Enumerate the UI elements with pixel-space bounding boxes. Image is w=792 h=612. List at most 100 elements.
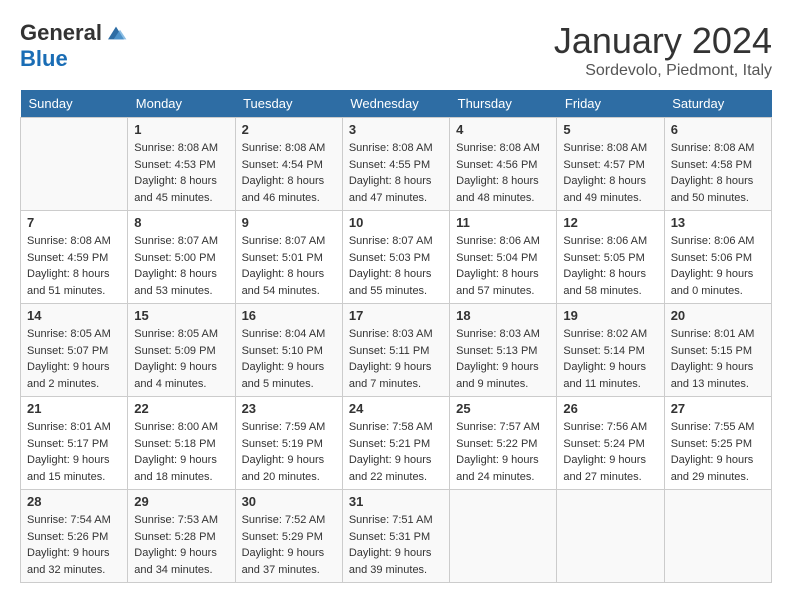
weekday-header: Monday [128,90,235,118]
weekday-header: Friday [557,90,664,118]
day-number: 22 [134,401,228,416]
day-detail: Sunrise: 8:08 AMSunset: 4:55 PMDaylight:… [349,140,443,206]
calendar-table: SundayMondayTuesdayWednesdayThursdayFrid… [20,90,772,583]
day-number: 3 [349,122,443,137]
day-number: 31 [349,494,443,509]
calendar-week-row: 14Sunrise: 8:05 AMSunset: 5:07 PMDayligh… [21,304,772,397]
day-detail: Sunrise: 7:59 AMSunset: 5:19 PMDaylight:… [242,419,336,485]
logo-general-text: General [20,20,102,46]
calendar-cell: 17 Sunrise: 8:03 AMSunset: 5:11 PMDayligh… [342,304,449,397]
day-number: 8 [134,215,228,230]
calendar-cell: 20 Sunrise: 8:01 AMSunset: 5:15 PMDayligh… [664,304,771,397]
day-number: 28 [27,494,121,509]
day-number: 2 [242,122,336,137]
day-number: 25 [456,401,550,416]
day-number: 26 [563,401,657,416]
page-header: General Blue January 2024 Sordevolo, Pie… [20,20,772,80]
day-detail: Sunrise: 8:03 AMSunset: 5:11 PMDaylight:… [349,326,443,392]
day-detail: Sunrise: 8:08 AMSunset: 4:59 PMDaylight:… [27,233,121,299]
calendar-cell: 13 Sunrise: 8:06 AMSunset: 5:06 PMDayligh… [664,211,771,304]
calendar-cell: 1Sunrise: 8:08 AMSunset: 4:53 PMDaylight… [128,118,235,211]
calendar-cell [21,118,128,211]
day-number: 7 [27,215,121,230]
day-detail: Sunrise: 7:54 AMSunset: 5:26 PMDaylight:… [27,512,121,578]
calendar-cell [450,490,557,583]
day-number: 5 [563,122,657,137]
day-detail: Sunrise: 8:07 AMSunset: 5:00 PMDaylight:… [134,233,228,299]
day-detail: Sunrise: 8:05 AMSunset: 5:07 PMDaylight:… [27,326,121,392]
calendar-cell: 10 Sunrise: 8:07 AMSunset: 5:03 PMDayligh… [342,211,449,304]
title-section: January 2024 Sordevolo, Piedmont, Italy [554,20,772,80]
day-number: 6 [671,122,765,137]
calendar-header-row: SundayMondayTuesdayWednesdayThursdayFrid… [21,90,772,118]
weekday-header: Saturday [664,90,771,118]
calendar-cell: 16 Sunrise: 8:04 AMSunset: 5:10 PMDayligh… [235,304,342,397]
day-number: 4 [456,122,550,137]
day-number: 20 [671,308,765,323]
day-detail: Sunrise: 8:06 AMSunset: 5:04 PMDaylight:… [456,233,550,299]
day-number: 27 [671,401,765,416]
day-detail: Sunrise: 7:52 AMSunset: 5:29 PMDaylight:… [242,512,336,578]
calendar-cell: 24Sunrise: 7:58 AMSunset: 5:21 PMDayligh… [342,397,449,490]
day-detail: Sunrise: 8:00 AMSunset: 5:18 PMDaylight:… [134,419,228,485]
calendar-cell: 22 Sunrise: 8:00 AMSunset: 5:18 PMDayligh… [128,397,235,490]
calendar-cell: 21Sunrise: 8:01 AMSunset: 5:17 PMDayligh… [21,397,128,490]
day-detail: Sunrise: 7:57 AMSunset: 5:22 PMDaylight:… [456,419,550,485]
day-number: 15 [134,308,228,323]
day-number: 18 [456,308,550,323]
day-detail: Sunrise: 8:08 AMSunset: 4:58 PMDaylight:… [671,140,765,206]
calendar-cell: 11Sunrise: 8:06 AMSunset: 5:04 PMDayligh… [450,211,557,304]
day-number: 9 [242,215,336,230]
calendar-cell: 25 Sunrise: 7:57 AMSunset: 5:22 PMDayligh… [450,397,557,490]
day-detail: Sunrise: 7:53 AMSunset: 5:28 PMDaylight:… [134,512,228,578]
day-detail: Sunrise: 8:08 AMSunset: 4:56 PMDaylight:… [456,140,550,206]
calendar-cell: 6 Sunrise: 8:08 AMSunset: 4:58 PMDaylight… [664,118,771,211]
calendar-week-row: 7 Sunrise: 8:08 AMSunset: 4:59 PMDaylight… [21,211,772,304]
day-detail: Sunrise: 8:07 AMSunset: 5:01 PMDaylight:… [242,233,336,299]
calendar-week-row: 28 Sunrise: 7:54 AMSunset: 5:26 PMDayligh… [21,490,772,583]
calendar-cell: 18 Sunrise: 8:03 AMSunset: 5:13 PMDayligh… [450,304,557,397]
day-detail: Sunrise: 8:07 AMSunset: 5:03 PMDaylight:… [349,233,443,299]
calendar-cell: 28 Sunrise: 7:54 AMSunset: 5:26 PMDayligh… [21,490,128,583]
calendar-cell [557,490,664,583]
calendar-cell: 26 Sunrise: 7:56 AMSunset: 5:24 PMDayligh… [557,397,664,490]
day-detail: Sunrise: 8:01 AMSunset: 5:17 PMDaylight:… [27,419,121,485]
calendar-cell: 15Sunrise: 8:05 AMSunset: 5:09 PMDayligh… [128,304,235,397]
logo-blue-text: Blue [20,46,68,72]
month-title: January 2024 [554,20,772,62]
calendar-week-row: 1Sunrise: 8:08 AMSunset: 4:53 PMDaylight… [21,118,772,211]
day-detail: Sunrise: 8:08 AMSunset: 4:57 PMDaylight:… [563,140,657,206]
day-number: 10 [349,215,443,230]
day-detail: Sunrise: 8:06 AMSunset: 5:06 PMDaylight:… [671,233,765,299]
calendar-cell: 29 Sunrise: 7:53 AMSunset: 5:28 PMDayligh… [128,490,235,583]
calendar-cell: 7 Sunrise: 8:08 AMSunset: 4:59 PMDaylight… [21,211,128,304]
logo-icon [104,21,128,45]
calendar-cell [664,490,771,583]
calendar-cell: 14Sunrise: 8:05 AMSunset: 5:07 PMDayligh… [21,304,128,397]
day-detail: Sunrise: 7:56 AMSunset: 5:24 PMDaylight:… [563,419,657,485]
day-number: 13 [671,215,765,230]
day-detail: Sunrise: 7:58 AMSunset: 5:21 PMDaylight:… [349,419,443,485]
day-number: 29 [134,494,228,509]
day-number: 12 [563,215,657,230]
calendar-week-row: 21Sunrise: 8:01 AMSunset: 5:17 PMDayligh… [21,397,772,490]
day-number: 19 [563,308,657,323]
day-detail: Sunrise: 8:01 AMSunset: 5:15 PMDaylight:… [671,326,765,392]
calendar-cell: 23 Sunrise: 7:59 AMSunset: 5:19 PMDayligh… [235,397,342,490]
day-number: 23 [242,401,336,416]
weekday-header: Thursday [450,90,557,118]
calendar-cell: 5 Sunrise: 8:08 AMSunset: 4:57 PMDaylight… [557,118,664,211]
calendar-cell: 8 Sunrise: 8:07 AMSunset: 5:00 PMDaylight… [128,211,235,304]
day-number: 16 [242,308,336,323]
calendar-cell: 4 Sunrise: 8:08 AMSunset: 4:56 PMDaylight… [450,118,557,211]
day-detail: Sunrise: 8:08 AMSunset: 4:54 PMDaylight:… [242,140,336,206]
day-detail: Sunrise: 8:04 AMSunset: 5:10 PMDaylight:… [242,326,336,392]
calendar-cell: 19Sunrise: 8:02 AMSunset: 5:14 PMDayligh… [557,304,664,397]
day-detail: Sunrise: 8:03 AMSunset: 5:13 PMDaylight:… [456,326,550,392]
day-number: 17 [349,308,443,323]
logo: General Blue [20,20,128,72]
calendar-cell: 2 Sunrise: 8:08 AMSunset: 4:54 PMDaylight… [235,118,342,211]
calendar-cell: 12 Sunrise: 8:06 AMSunset: 5:05 PMDayligh… [557,211,664,304]
day-detail: Sunrise: 8:06 AMSunset: 5:05 PMDaylight:… [563,233,657,299]
weekday-header: Sunday [21,90,128,118]
